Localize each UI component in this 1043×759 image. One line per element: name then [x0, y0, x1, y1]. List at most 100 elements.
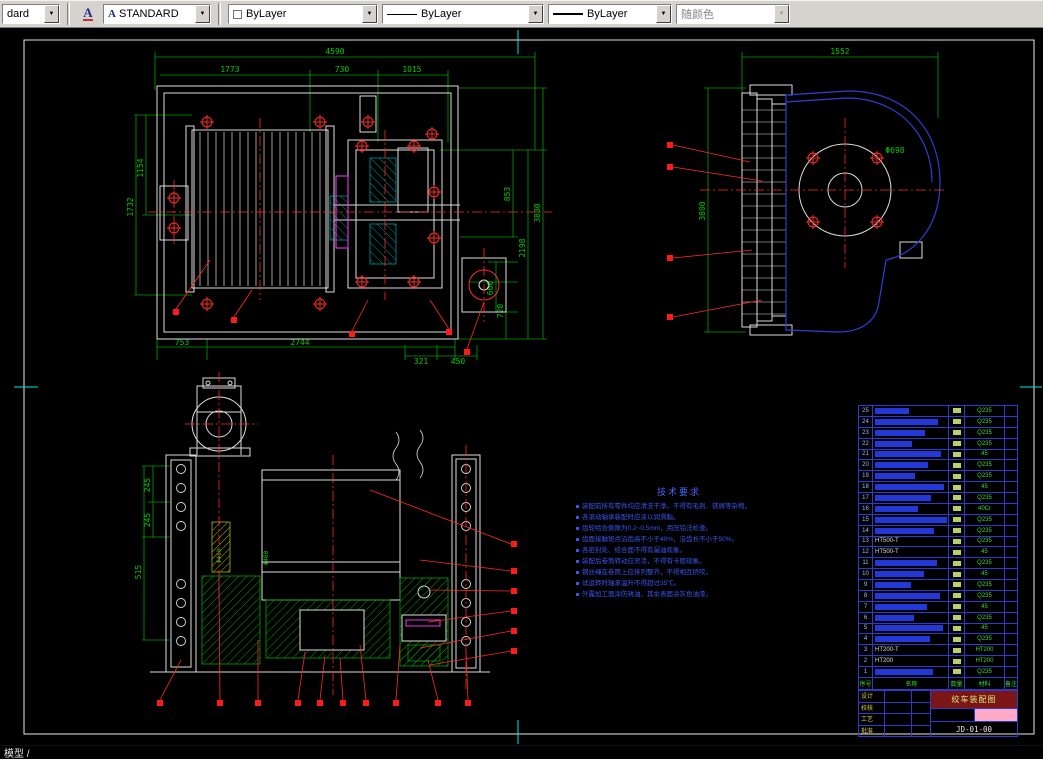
bom-row: 22 Q235: [859, 438, 1017, 450]
bom-item-name: [873, 569, 949, 579]
dim-label: 2198: [518, 238, 527, 257]
bom-item-remark: [1005, 460, 1017, 470]
bom-item-name: [873, 525, 949, 536]
bom-name-bar: [875, 440, 912, 447]
bom-item-name: [873, 590, 949, 601]
chevron-down-icon[interactable]: ▼: [656, 5, 671, 23]
bom-item-material: 40Cr: [965, 503, 1005, 514]
bom-item-no: 2: [859, 656, 873, 666]
bom-item-material: Q235: [965, 580, 1005, 590]
bom-item-qty: [949, 406, 965, 416]
bom-item-name: [873, 493, 949, 503]
bom-item-qty: [949, 612, 965, 623]
note-line: 各密封处、结合面不得有漏油现象。: [576, 545, 782, 556]
chevron-down-icon[interactable]: ▼: [528, 5, 543, 23]
bom-qty-bar: [952, 647, 961, 653]
dim-label: 245: [143, 513, 152, 528]
bom-item-no: 8: [859, 590, 873, 601]
bom-item-remark: [1005, 624, 1017, 634]
bom-item-material: Q235: [965, 427, 1005, 438]
bom-item-material: Q235: [965, 438, 1005, 449]
bom-item-remark: [1005, 656, 1017, 666]
bom-item-remark: [1005, 667, 1017, 677]
bom-item-qty: [949, 536, 965, 547]
bom-item-remark: [1005, 428, 1017, 438]
bullet-icon: [576, 592, 579, 596]
color-swatch-icon: [233, 9, 242, 19]
text-style-button[interactable]: A: [77, 3, 99, 25]
bom-item-remark: [1005, 645, 1017, 655]
bom-name-bar: [875, 668, 933, 675]
bom-item-remark: [1005, 406, 1017, 416]
bom-item-name: [873, 623, 949, 634]
title-block-cell: [931, 709, 975, 721]
bom-qty-bar: [952, 419, 961, 425]
chevron-down-icon[interactable]: ▼: [44, 5, 59, 23]
dim-label: 1552: [830, 47, 849, 56]
bom-item-remark: [1005, 537, 1017, 547]
bom-item-qty: [949, 471, 965, 482]
chevron-down-icon[interactable]: ▼: [195, 5, 210, 23]
bom-item-remark: [1005, 450, 1017, 460]
bom-item-name: [873, 416, 949, 427]
bom-item-no: 22: [859, 438, 873, 449]
text-style-combo[interactable]: A STANDARD ▼: [103, 4, 211, 24]
text-style-icon: A: [83, 5, 93, 21]
bom-name-bar: [875, 494, 931, 501]
bom-item-no: 13: [859, 536, 873, 547]
bom-row: 25 Q235: [859, 406, 1017, 417]
dim-label: 4590: [325, 47, 344, 56]
bom-item-material: Q235: [965, 634, 1005, 645]
bom-item-name: [873, 667, 949, 677]
bom-header: 序号 名称 数量 材料 备注: [858, 678, 1018, 690]
bom-item-material: Q235: [965, 460, 1005, 471]
bom-item-no: 17: [859, 493, 873, 503]
bom-item-material: HT200: [965, 645, 1005, 656]
dim-label: 1154: [136, 158, 145, 177]
bom-item-name: HT200: [873, 656, 949, 666]
bom-header-mat: 材料: [965, 678, 1005, 689]
drawing-canvas[interactable]: 4590 1773 730 1015 1154 1732 3800 2198 8…: [0, 28, 1043, 745]
dim-style-combo[interactable]: dard ▼: [2, 4, 60, 24]
bom-item-name: HT500-T: [873, 536, 949, 547]
lineweight-control-combo[interactable]: ByLayer ▼: [548, 4, 672, 24]
bom-qty-bar: [952, 506, 961, 512]
bom-item-no: 19: [859, 471, 873, 482]
bom-name-bar: [875, 636, 930, 643]
linetype-control-combo[interactable]: ByLayer ▼: [382, 4, 544, 24]
bom-qty-bar: [952, 538, 961, 544]
bom-name-bar: [875, 625, 943, 632]
dim-label: Φ698: [885, 146, 904, 155]
status-bar: 模型 /: [0, 745, 1043, 759]
bom-name-bar: [875, 592, 940, 599]
bom-item-no: 23: [859, 427, 873, 438]
bom-item-no: 12: [859, 547, 873, 558]
bullet-icon: [576, 515, 579, 519]
bom-row: 24 Q235: [859, 416, 1017, 428]
bom-item-name: [873, 580, 949, 590]
chevron-down-icon[interactable]: ▼: [362, 5, 377, 23]
bom-item-qty: [949, 525, 965, 536]
bom-name-bar: [875, 418, 938, 425]
bom-item-remark: [1005, 558, 1017, 568]
bom-item-name: [873, 514, 949, 525]
bom-row: 12 HT500-T 45: [859, 547, 1017, 559]
bom-name-bar: [875, 462, 928, 469]
color-control-combo[interactable]: ByLayer ▼: [228, 4, 378, 24]
dim-label: 1732: [126, 197, 135, 216]
bom-item-material: 45: [965, 547, 1005, 558]
bom-qty-bar: [952, 636, 961, 642]
bom-item-name: [873, 460, 949, 471]
bom-item-no: 15: [859, 514, 873, 525]
lineweight-line-icon: [553, 13, 583, 15]
model-tab[interactable]: 模型 /: [4, 745, 30, 759]
bom-item-material: Q235: [965, 471, 1005, 482]
lineweight-control-value: ByLayer: [587, 8, 628, 20]
bom-item-remark: [1005, 634, 1017, 644]
title-block-label: 工艺: [859, 714, 885, 725]
title-block-highlight-cell: [975, 709, 1017, 721]
bom-row: 20 Q235: [859, 460, 1017, 472]
bom-name-bar: [875, 581, 911, 588]
dim-label: 730: [335, 65, 350, 74]
bom-qty-bar: [952, 495, 961, 501]
